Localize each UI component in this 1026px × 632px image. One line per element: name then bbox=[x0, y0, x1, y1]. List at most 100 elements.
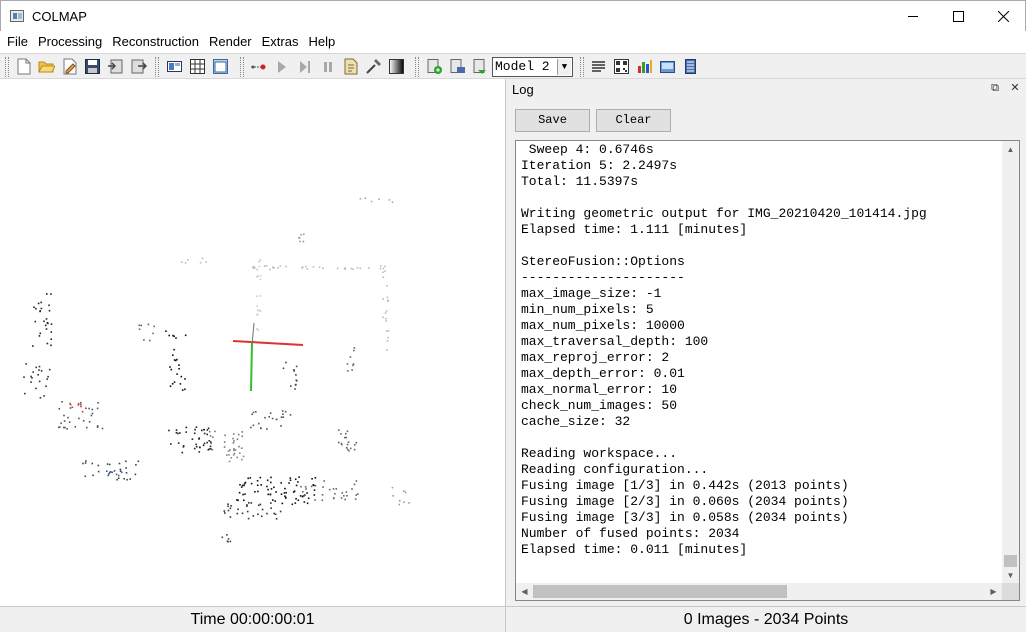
point bbox=[281, 410, 284, 412]
point bbox=[48, 368, 51, 371]
point bbox=[295, 374, 297, 376]
menu-help[interactable]: Help bbox=[303, 31, 340, 53]
point bbox=[289, 477, 292, 479]
render-options-icon[interactable] bbox=[590, 58, 607, 75]
match-matrix-icon[interactable] bbox=[613, 58, 630, 75]
toolbar-grip[interactable] bbox=[415, 57, 419, 77]
scroll-left-icon[interactable]: ◀ bbox=[516, 583, 533, 600]
add-model-icon[interactable] bbox=[426, 58, 443, 75]
begin-reconstruction-icon[interactable] bbox=[250, 58, 267, 75]
toolbar-grip[interactable] bbox=[155, 57, 159, 77]
point bbox=[269, 412, 272, 414]
point bbox=[96, 425, 99, 427]
step-icon[interactable] bbox=[296, 58, 313, 75]
start-icon[interactable] bbox=[273, 58, 290, 75]
float-dock-icon[interactable]: ⧉ bbox=[988, 81, 1002, 95]
toolbar-grip[interactable] bbox=[580, 57, 584, 77]
dense-reconstruction-icon[interactable] bbox=[388, 58, 405, 75]
point bbox=[203, 432, 206, 435]
export-model-icon[interactable] bbox=[130, 58, 147, 75]
point bbox=[45, 318, 48, 320]
database-icon[interactable] bbox=[212, 58, 229, 75]
point bbox=[261, 508, 264, 511]
point bbox=[305, 488, 307, 490]
point bbox=[256, 295, 258, 297]
toolbar-grip[interactable] bbox=[5, 57, 9, 77]
point bbox=[206, 433, 208, 436]
horizontal-scrollbar[interactable]: ◀ ▶ bbox=[516, 583, 1002, 600]
point bbox=[345, 447, 348, 449]
menu-file[interactable]: File bbox=[2, 31, 33, 53]
menu-processing[interactable]: Processing bbox=[33, 31, 107, 53]
log-line: max_num_pixels: 10000 bbox=[521, 318, 685, 333]
minimize-button[interactable] bbox=[890, 1, 936, 32]
reset-icon[interactable] bbox=[342, 58, 359, 75]
bundle-adjustment-icon[interactable] bbox=[365, 58, 382, 75]
point bbox=[181, 261, 183, 263]
toolbar-grip[interactable] bbox=[240, 57, 244, 77]
close-button[interactable] bbox=[980, 1, 1026, 32]
vertical-scrollbar[interactable]: ▲ ▼ bbox=[1002, 141, 1019, 584]
log-save-button[interactable]: Save bbox=[515, 109, 590, 132]
point bbox=[40, 301, 42, 304]
undistortion-icon[interactable] bbox=[682, 58, 699, 75]
model-select-value: Model 2 bbox=[495, 59, 550, 74]
point bbox=[239, 452, 241, 454]
scroll-right-icon[interactable]: ▶ bbox=[985, 583, 1002, 600]
point bbox=[33, 306, 35, 308]
colmap-app-icon bbox=[10, 10, 24, 22]
point bbox=[125, 472, 128, 474]
point bbox=[240, 447, 243, 449]
edit-project-icon[interactable] bbox=[61, 58, 78, 75]
point bbox=[177, 442, 180, 444]
point bbox=[270, 476, 272, 479]
log-clear-button[interactable]: Clear bbox=[596, 109, 671, 132]
point bbox=[236, 438, 239, 441]
show-log-icon[interactable] bbox=[636, 58, 653, 75]
log-text-area[interactable]: Sweep 4: 0.6746s Iteration 5: 2.2497s Tota… bbox=[515, 140, 1020, 601]
menu-extras[interactable]: Extras bbox=[257, 31, 304, 53]
point bbox=[82, 420, 85, 422]
point bbox=[230, 457, 233, 459]
scroll-down-icon[interactable]: ▼ bbox=[1002, 567, 1019, 584]
point bbox=[252, 267, 254, 269]
point bbox=[403, 501, 405, 503]
point bbox=[238, 491, 241, 494]
new-project-icon[interactable] bbox=[15, 58, 32, 75]
vertical-scroll-thumb[interactable] bbox=[1004, 555, 1017, 567]
model-viewer[interactable] bbox=[0, 79, 505, 606]
feature-matching-icon[interactable] bbox=[189, 58, 206, 75]
import-model-icon[interactable] bbox=[107, 58, 124, 75]
point bbox=[37, 302, 40, 305]
scroll-up-icon[interactable]: ▲ bbox=[1002, 141, 1019, 158]
point bbox=[88, 407, 90, 410]
model-select[interactable]: Model 2 ▼ bbox=[492, 57, 573, 77]
point bbox=[257, 309, 259, 312]
point bbox=[386, 296, 388, 299]
point bbox=[181, 451, 184, 454]
close-dock-icon[interactable]: ✕ bbox=[1008, 81, 1022, 95]
feature-extraction-icon[interactable] bbox=[166, 58, 183, 75]
menu-render[interactable]: Render bbox=[204, 31, 257, 53]
point bbox=[265, 265, 268, 267]
menu-reconstruction[interactable]: Reconstruction bbox=[107, 31, 204, 53]
horizontal-scroll-thumb[interactable] bbox=[533, 585, 787, 598]
point-cloud-canvas[interactable] bbox=[0, 79, 505, 606]
point bbox=[228, 460, 231, 463]
chevron-down-icon[interactable]: ▼ bbox=[557, 59, 571, 75]
pause-icon[interactable] bbox=[319, 58, 336, 75]
save-project-icon[interactable] bbox=[84, 58, 101, 75]
grab-movie-icon[interactable] bbox=[659, 58, 676, 75]
model-stats-icon[interactable] bbox=[472, 58, 489, 75]
point bbox=[125, 467, 127, 469]
point bbox=[80, 405, 82, 408]
point bbox=[38, 380, 41, 383]
open-project-icon[interactable] bbox=[38, 58, 55, 75]
point bbox=[299, 240, 301, 243]
delete-model-icon[interactable] bbox=[449, 58, 466, 75]
point bbox=[32, 345, 34, 347]
point bbox=[344, 436, 346, 439]
maximize-button[interactable] bbox=[935, 1, 981, 32]
point bbox=[382, 298, 384, 300]
point bbox=[239, 484, 241, 486]
